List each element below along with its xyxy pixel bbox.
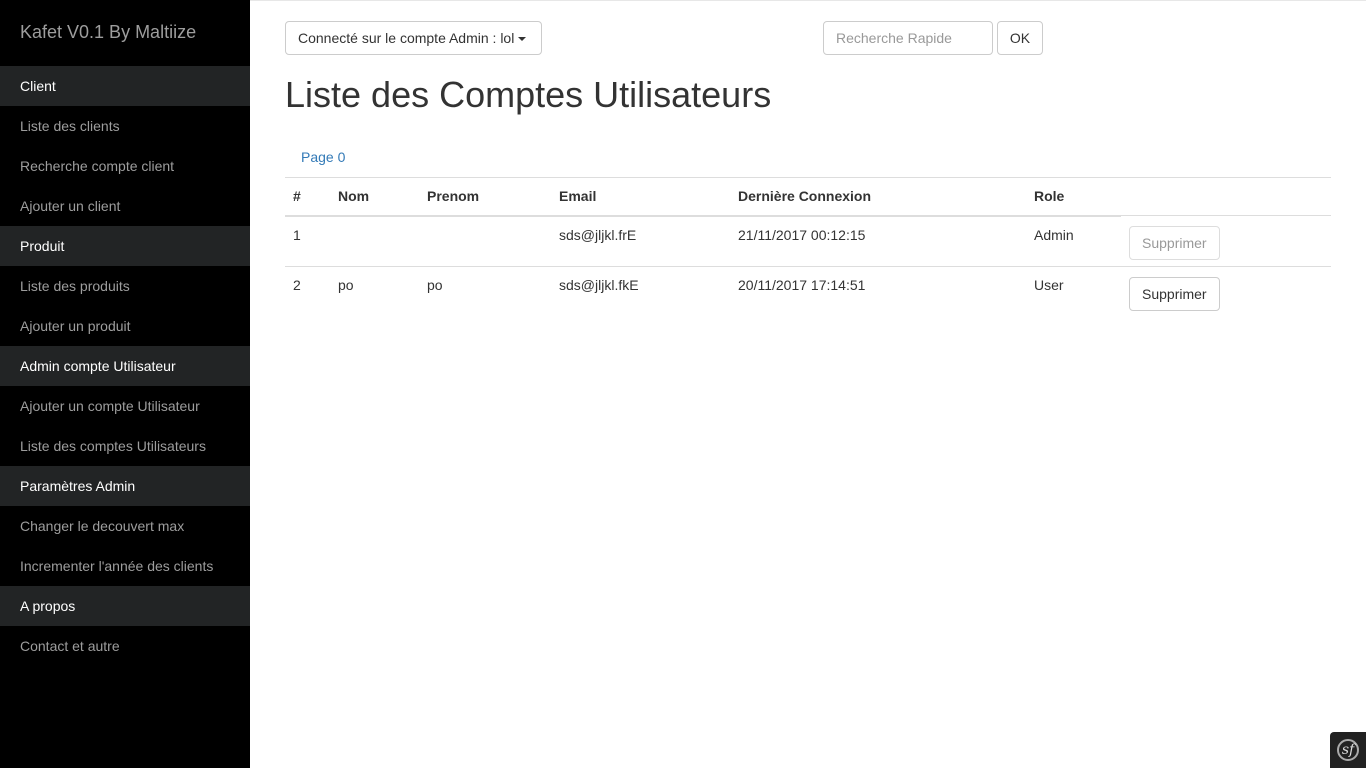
pager-page-0[interactable]: Page 0 (301, 146, 345, 168)
symfony-icon: sf (1337, 739, 1359, 761)
users-table: # Nom Prenom Email Dernière Connexion Ro… (285, 177, 1331, 318)
sidebar-item-incrementer-annee[interactable]: Incrementer l'année des clients (0, 546, 250, 586)
sidebar-header-parametres[interactable]: Paramètres Admin (0, 466, 250, 506)
cell-email: sds@jljkl.frE (551, 215, 730, 267)
debug-toolbar-toggle[interactable]: sf (1330, 732, 1366, 768)
main-content: Connecté sur le compte Admin : lol OK Li… (285, 0, 1331, 768)
sidebar-item-ajouter-compte[interactable]: Ajouter un compte Utilisateur (0, 386, 250, 426)
cell-derniere-connexion: 20/11/2017 17:14:51 (730, 266, 1026, 318)
sidebar-nav: Client Liste des clients Recherche compt… (0, 66, 250, 666)
sidebar-item-liste-comptes[interactable]: Liste des comptes Utilisateurs (0, 426, 250, 466)
sidebar-item-liste-produits[interactable]: Liste des produits (0, 266, 250, 306)
sidebar-header-admin-compte[interactable]: Admin compte Utilisateur (0, 346, 250, 386)
delete-button: Supprimer (1129, 226, 1220, 260)
cell-id: 2 (285, 266, 330, 318)
cell-actions: Supprimer (1121, 266, 1331, 318)
sidebar-item-liste-clients[interactable]: Liste des clients (0, 106, 250, 146)
app-brand[interactable]: Kafet V0.1 By Maltiize (0, 0, 250, 66)
account-dropdown-button[interactable]: Connecté sur le compte Admin : lol (285, 21, 542, 55)
cell-id: 1 (285, 215, 330, 267)
cell-role: User (1026, 266, 1121, 318)
delete-button[interactable]: Supprimer (1129, 277, 1220, 311)
caret-down-icon (518, 37, 527, 42)
sidebar: Kafet V0.1 By Maltiize Client Liste des … (0, 0, 250, 768)
sidebar-item-decouvert-max[interactable]: Changer le decouvert max (0, 506, 250, 546)
cell-prenom: po (419, 266, 551, 318)
table-row: 2 po po sds@jljkl.fkE 20/11/2017 17:14:5… (285, 266, 1331, 318)
table-row: 1 sds@jljkl.frE 21/11/2017 00:12:15 Admi… (285, 215, 1331, 267)
cell-nom: po (330, 266, 419, 318)
col-header-role: Role (1026, 177, 1121, 217)
cell-prenom (419, 215, 551, 267)
col-header-actions (1121, 177, 1331, 216)
sidebar-header-client[interactable]: Client (0, 66, 250, 106)
cell-actions: Supprimer (1121, 215, 1331, 267)
cell-nom (330, 215, 419, 267)
quick-search-input[interactable] (823, 21, 993, 55)
sidebar-item-recherche-client[interactable]: Recherche compte client (0, 146, 250, 186)
sidebar-item-ajouter-client[interactable]: Ajouter un client (0, 186, 250, 226)
table-header-row: # Nom Prenom Email Dernière Connexion Ro… (285, 177, 1331, 217)
col-header-email: Email (551, 177, 730, 217)
cell-email: sds@jljkl.fkE (551, 266, 730, 318)
col-header-nom: Nom (330, 177, 419, 217)
col-header-prenom: Prenom (419, 177, 551, 217)
col-header-derniere-connexion: Dernière Connexion (730, 177, 1026, 217)
account-label: Connecté sur le compte Admin : lol (298, 30, 515, 46)
sidebar-header-a-propos[interactable]: A propos (0, 586, 250, 626)
sidebar-item-ajouter-produit[interactable]: Ajouter un produit (0, 306, 250, 346)
cell-role: Admin (1026, 215, 1121, 267)
col-header-id: # (285, 177, 330, 217)
sidebar-header-produit[interactable]: Produit (0, 226, 250, 266)
sidebar-item-contact[interactable]: Contact et autre (0, 626, 250, 666)
page-title: Liste des Comptes Utilisateurs (285, 74, 772, 115)
search-ok-button[interactable]: OK (997, 21, 1043, 55)
cell-derniere-connexion: 21/11/2017 00:12:15 (730, 215, 1026, 267)
